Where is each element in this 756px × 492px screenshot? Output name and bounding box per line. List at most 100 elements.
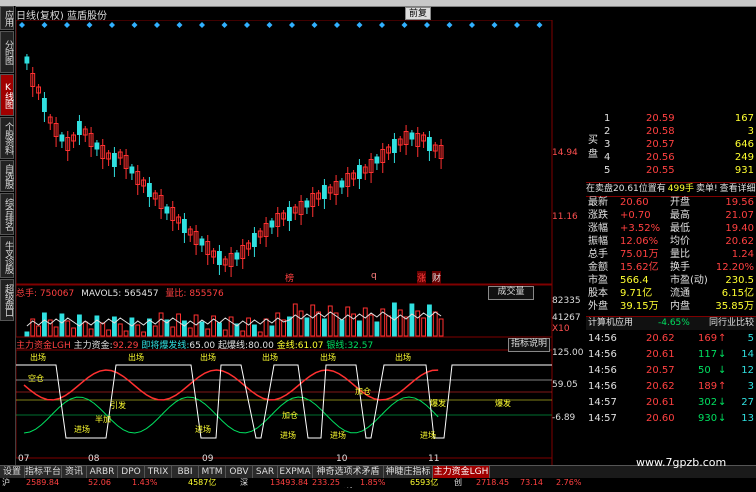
candle-body (234, 252, 240, 260)
volume-bar (106, 329, 111, 337)
volume-bar (386, 315, 391, 337)
indicator-tag-baofa: 爆发 (495, 399, 511, 408)
volume-bar (362, 307, 368, 337)
big-order-detail-link[interactable]: 查看详细 (720, 184, 756, 194)
info-diamond-icon[interactable] (424, 22, 430, 28)
marker-zhang[interactable]: 涨 (417, 271, 427, 284)
info-diamond-icon[interactable] (514, 22, 520, 28)
stat-value: 1.24 (731, 249, 754, 260)
info-diamond-icon[interactable] (311, 22, 318, 28)
volume-bar (59, 313, 65, 337)
volume-bar (327, 305, 333, 337)
volume-bar (199, 321, 205, 337)
volume-bar (409, 303, 415, 337)
tick-count: 5 (747, 333, 754, 344)
tick-time: 14:56 (588, 381, 617, 392)
tick-price: 20.57 (646, 365, 675, 376)
stat-value: +0.70 (620, 210, 651, 221)
info-diamond-icon[interactable] (536, 22, 543, 28)
tick-volume: 930 (698, 413, 718, 424)
candle-body (409, 132, 415, 140)
info-diamond-icon[interactable] (356, 22, 363, 28)
left-tab-7[interactable]: 超级盘口 (0, 279, 14, 321)
peer-compare-tab[interactable]: 同行业比较 (709, 317, 754, 330)
indicator-gold-value: 61.07 (297, 341, 324, 351)
candle-body (269, 220, 275, 228)
info-diamond-icon[interactable] (109, 22, 115, 28)
volume-bar (263, 318, 269, 337)
volume-bar (374, 321, 380, 337)
volume-button[interactable]: 成交量 (488, 286, 534, 300)
date-label: 11 (428, 454, 440, 464)
stat-label: 换手 (670, 262, 690, 273)
buy-price: 20.55 (646, 165, 675, 176)
buy-row: 3 20.57 646 (586, 138, 756, 151)
indicator-tag-chuchang: 出场 (30, 353, 46, 362)
info-diamond-icon[interactable] (289, 22, 295, 28)
indicator-scale-low: -6.89 (552, 413, 576, 423)
fuquan-button[interactable]: 前复日 (405, 7, 431, 32)
left-tab-2[interactable]: K线图 (0, 74, 14, 116)
marker-cai[interactable]: 财 (432, 271, 442, 284)
info-diamond-icon[interactable] (19, 22, 25, 28)
info-diamond-icon[interactable] (469, 22, 475, 28)
buy-row: 1 20.59 167 (586, 112, 756, 125)
indicator-tag-banjia: 半加 (95, 415, 111, 424)
volume-bar (292, 303, 298, 337)
marker-q[interactable]: q (371, 271, 377, 281)
indicator-line-value: 65.00 (189, 341, 216, 351)
arrow-down-icon: ↓ (718, 413, 727, 424)
info-diamond-icon[interactable] (266, 22, 273, 28)
candle-body (59, 134, 65, 142)
info-diamond-icon[interactable] (131, 22, 138, 28)
tick-time: 14:56 (588, 365, 617, 376)
status-sz-pct: 1.85% (360, 478, 386, 487)
buy-price: 20.56 (646, 152, 675, 163)
volume-bar (88, 328, 94, 337)
info-diamond-icon[interactable] (154, 22, 160, 28)
volume-bar (252, 324, 257, 337)
info-diamond-icon[interactable] (41, 22, 48, 28)
info-diamond-icon[interactable] (334, 22, 340, 28)
info-diamond-icon[interactable] (401, 22, 408, 28)
stat-label: 外盘 (588, 301, 608, 312)
candle-body (94, 142, 100, 150)
left-tab-5[interactable]: 综合排名 (0, 193, 14, 235)
left-tab-4[interactable]: 自选股 (0, 160, 14, 192)
stat-value: 6.15亿 (721, 288, 754, 299)
info-diamond-icon[interactable] (86, 22, 93, 28)
status-cy-label: 创 (454, 478, 462, 487)
status-cy-index: 2718.45 (476, 478, 510, 487)
left-tab-0[interactable]: 应用 (0, 6, 14, 30)
left-tabs: 应用 分时图 K线图 个股资料 自选股 综合排名 牛叉诊股 超级盘口 (0, 6, 16, 465)
marker-bang[interactable]: 榜 (285, 271, 294, 284)
volume-bar (152, 325, 158, 337)
left-tab-6[interactable]: 牛叉诊股 (0, 236, 14, 278)
volume-bar (158, 312, 164, 337)
main-fund-line (23, 369, 439, 401)
candle-body (112, 153, 117, 167)
info-diamond-icon[interactable] (446, 22, 453, 28)
stat-value: 230.5 (725, 275, 754, 286)
left-tab-1[interactable]: 分时图 (0, 31, 14, 73)
info-diamond-icon[interactable] (221, 22, 228, 28)
indicator-border (16, 349, 553, 459)
info-diamond-icon[interactable] (199, 22, 205, 28)
candle-body (252, 233, 257, 247)
info-diamond-icon[interactable] (176, 22, 183, 28)
volume-bar (170, 326, 176, 337)
info-diamond-icon[interactable] (491, 22, 498, 28)
indicator-help-button[interactable]: 指标说明 (508, 338, 550, 352)
candle-body (42, 98, 47, 112)
info-diamond-icon[interactable] (244, 22, 250, 28)
industry-tab[interactable]: 计算机应用 (588, 317, 633, 330)
indicator-tag-jiacang: 加仓 (282, 411, 298, 420)
candle-body (322, 185, 327, 199)
info-diamond-icon[interactable] (64, 22, 70, 28)
indicator-tag-baofa: 爆发 (430, 399, 446, 408)
left-tab-3[interactable]: 个股资料 (0, 117, 14, 159)
volume-bar (304, 317, 310, 337)
indicator-line-label: 即将爆发线: (141, 341, 190, 351)
volume-bar (82, 321, 88, 337)
info-diamond-icon[interactable] (379, 22, 385, 28)
